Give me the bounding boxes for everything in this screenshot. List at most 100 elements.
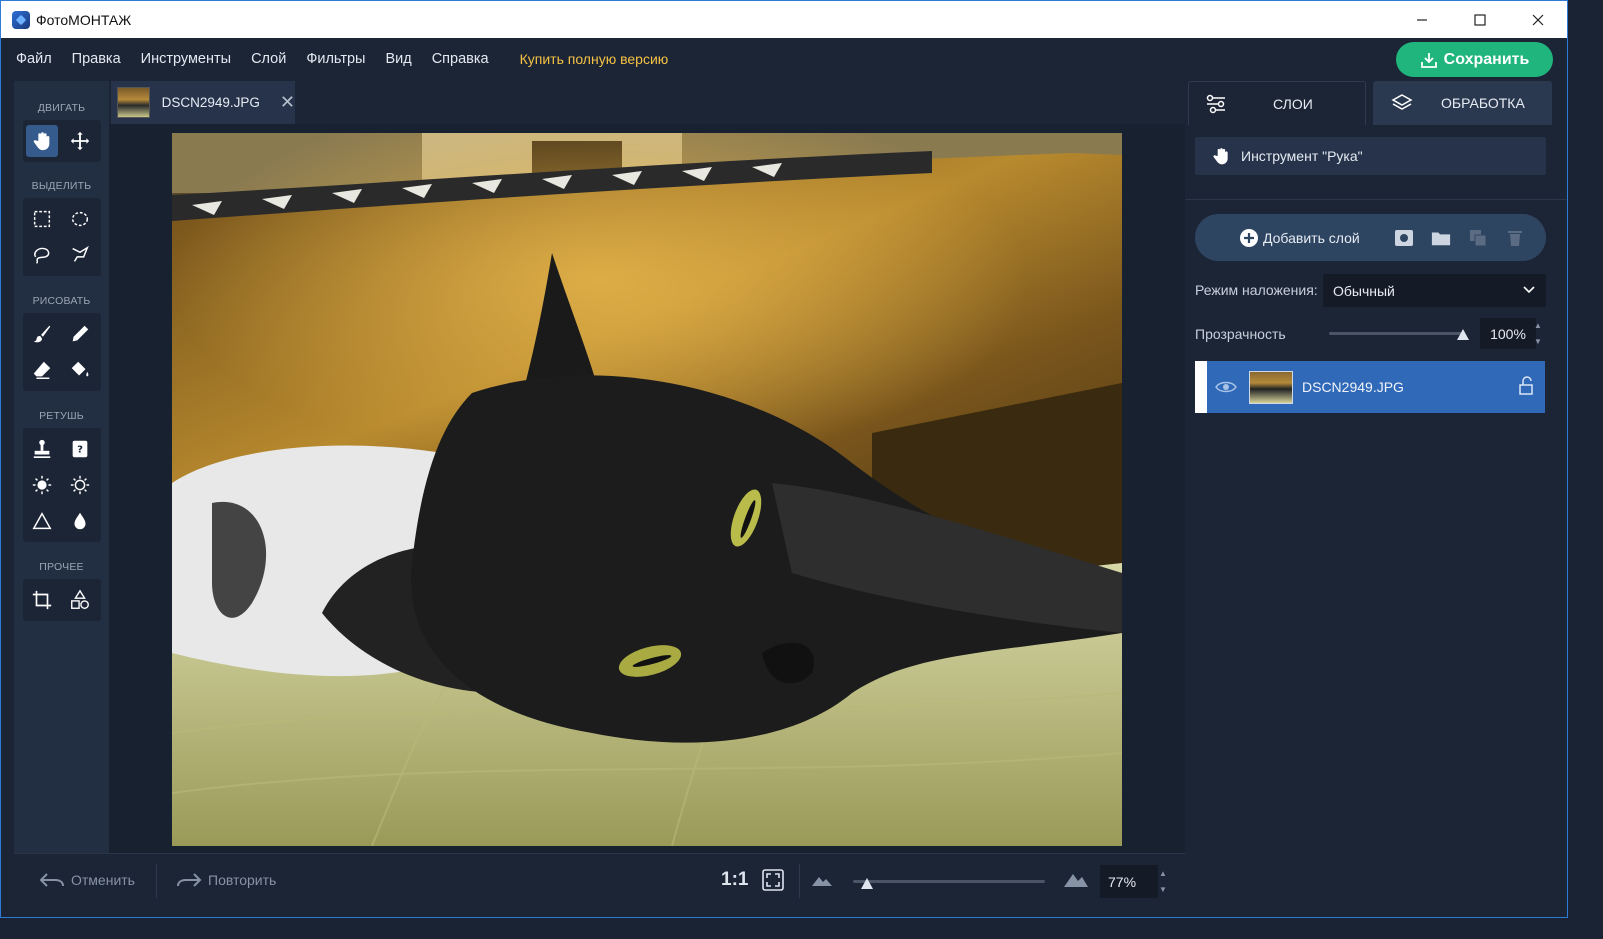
pencil-icon [72,325,89,342]
divider [1185,199,1567,200]
canvas[interactable] [109,124,1185,853]
unlock-icon[interactable] [1517,376,1535,396]
mountain-large-icon [1064,874,1088,887]
rect-select-tool[interactable] [26,203,58,235]
healing-patch-icon: ? [72,440,88,458]
save-button[interactable]: Сохранить [1396,42,1553,77]
layer-group-button[interactable] [1431,228,1451,248]
right-panel: СЛОИ ОБРАБОТКА Инструмент "Рука" Добавит… [1185,81,1567,917]
crop-tool[interactable] [26,584,58,616]
tab-layers[interactable]: СЛОИ [1188,81,1366,125]
layer-name: DSCN2949.JPG [1302,379,1404,395]
menu-layer[interactable]: Слой [251,51,286,67]
stamp-tool[interactable] [26,433,58,465]
blur-tool[interactable] [64,505,96,537]
stamp-icon [33,439,51,458]
eraser-icon [33,361,51,379]
zoom-in-button[interactable] [1063,870,1089,893]
opacity-slider-track[interactable] [1329,332,1465,335]
blend-mode-value: Обычный [1333,282,1395,299]
chevron-down-icon [1523,286,1535,294]
spin-down-icon[interactable]: ▼ [1159,885,1167,894]
dodge-tool[interactable] [26,469,58,501]
tab-processing[interactable]: ОБРАБОТКА [1373,81,1552,125]
patch-tool[interactable]: ? [64,433,96,465]
layer-row[interactable]: DSCN2949.JPG [1195,361,1545,413]
menu-file[interactable]: Файл [16,51,52,67]
tab-close-icon[interactable]: ✕ [280,92,295,113]
zoom-out-button[interactable] [811,873,833,892]
section-label-select: ВЫДЕЛИТЬ [31,180,92,192]
menu-tools[interactable]: Инструменты [141,51,231,67]
hand-tool[interactable] [26,125,58,157]
fill-tool[interactable] [64,354,96,386]
mask-icon [1394,229,1413,246]
menu-filters[interactable]: Фильтры [306,51,365,67]
eraser-tool[interactable] [26,354,58,386]
pencil-tool[interactable] [64,318,96,350]
spin-up-icon[interactable]: ▲ [1534,321,1542,330]
menu-edit[interactable]: Правка [72,51,121,67]
menu-bar: Файл Правка Инструменты Слой Фильтры Вид… [1,38,1567,80]
window-controls [1393,1,1567,38]
actual-size-button[interactable]: 1:1 [721,869,748,891]
hand-icon [33,132,50,151]
redo-button[interactable]: Повторить [176,872,276,888]
layer-mask-button[interactable] [1394,228,1414,248]
tool-group-select [23,198,101,276]
tab-processing-label: ОБРАБОТКА [1441,95,1525,111]
burn-tool[interactable] [64,469,96,501]
title-bar: ФотоМОНТАЖ [1,1,1567,38]
menu-view[interactable]: Вид [385,51,411,67]
ellipse-select-icon [71,211,89,227]
save-button-label: Сохранить [1443,50,1530,68]
section-label-draw: РИСОВАТЬ [32,295,91,307]
cat-photo [172,133,1122,846]
document-tab[interactable]: DSCN2949.JPG ✕ [111,81,295,124]
opacity-label: Прозрачность [1195,326,1286,342]
document-area: DSCN2949.JPG ✕ [109,81,1185,853]
opacity-stepper[interactable]: ▲ ▼ [1530,318,1546,349]
maximize-button[interactable] [1451,1,1509,38]
menu-help[interactable]: Справка [432,51,489,67]
lasso-icon [34,247,50,264]
ellipse-select-tool[interactable] [64,203,96,235]
lasso-tool[interactable] [26,239,58,271]
window-title: ФотоМОНТАЖ [36,11,132,28]
zoom-stepper[interactable]: ▲ ▼ [1156,866,1170,897]
zoom-slider-thumb[interactable] [861,878,873,889]
layer-thumbnail [1249,370,1293,404]
zoom-input[interactable]: 77% [1100,865,1158,898]
section-label-move: ДВИГАТЬ [37,102,86,114]
sharpen-tool[interactable] [26,505,58,537]
spin-down-icon[interactable]: ▼ [1534,337,1542,346]
brush-tool[interactable] [26,318,58,350]
undo-button[interactable]: Отменить [39,872,135,888]
eye-icon[interactable] [1215,379,1237,395]
duplicate-layer-button[interactable] [1468,228,1488,248]
sliders-icon [1206,94,1225,113]
blend-mode-select[interactable]: Обычный [1323,274,1546,307]
spin-up-icon[interactable]: ▲ [1159,869,1167,878]
add-layer-label: Добавить слой [1263,229,1360,246]
photo-image[interactable] [172,133,1122,846]
opacity-slider-thumb[interactable] [1457,329,1469,340]
opacity-input[interactable]: 100% [1480,318,1536,349]
maximize-icon [1474,13,1486,26]
fit-screen-icon [762,869,784,891]
rect-select-icon [33,210,51,228]
shapes-icon [71,589,89,609]
minimize-button[interactable] [1393,1,1451,38]
buy-full-version-link[interactable]: Купить полную версию [520,51,669,67]
move-tool[interactable] [64,125,96,157]
triangle-icon [32,512,52,530]
fit-to-screen-button[interactable] [762,869,784,896]
polygon-lasso-tool[interactable] [64,239,96,271]
zoom-slider-track[interactable] [853,880,1045,883]
close-button[interactable] [1509,1,1567,38]
layer-item[interactable]: DSCN2949.JPG [1207,361,1545,413]
shapes-tool[interactable] [64,584,96,616]
hand-icon [1213,148,1228,165]
delete-layer-button[interactable] [1505,228,1525,248]
add-layer-button[interactable]: Добавить слой [1239,228,1360,248]
